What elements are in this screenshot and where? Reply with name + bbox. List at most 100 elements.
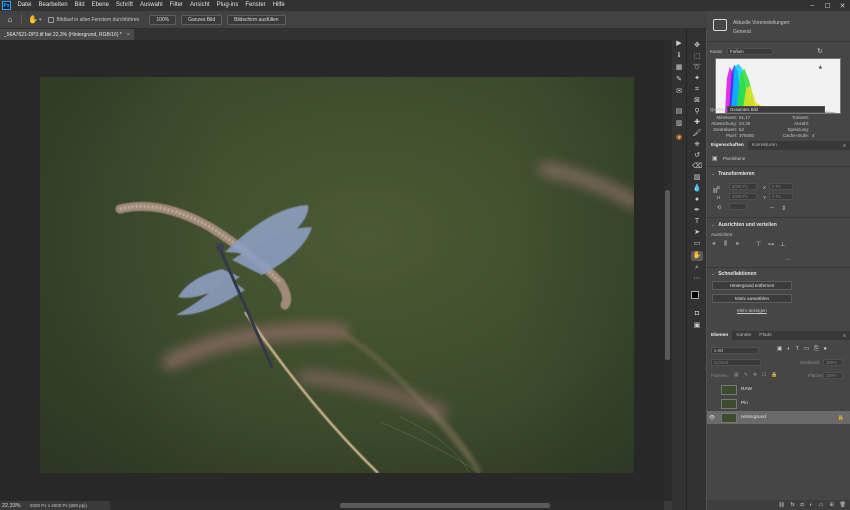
document-tab[interactable]: _56A7621-DP3.tif bei 22,3% (Hintergrund,… [0,29,134,40]
align-top-icon[interactable]: ⊤ [756,241,761,248]
eyedropper-tool-icon[interactable]: ⚲ [691,107,703,117]
blur-tool-icon[interactable]: 💧 [691,184,703,194]
lock-all-icon[interactable]: 🔒 [771,372,777,378]
lock-artboard-icon[interactable]: ⊡ [762,372,766,378]
menu-bearbeiten[interactable]: Bearbeiten [35,0,71,11]
link-dimensions-icon[interactable]: ⛓ [712,188,718,194]
layer-row-raw[interactable]: RAW [707,383,850,396]
filter-smart-object-icon[interactable]: ⎘ [814,346,818,353]
align-right-icon[interactable]: ⫸ [736,241,739,248]
pen-tool-icon[interactable]: ✒ [691,206,703,216]
tool-preset-chevron-icon[interactable]: ▾ [39,17,42,23]
menu-filter[interactable]: Filter [166,0,186,11]
healing-brush-icon[interactable]: ✚ [691,118,703,128]
fit-screen-button[interactable]: Ganzes Bild [181,14,223,25]
opacity-field[interactable]: 100% [823,359,843,366]
layer-filter-select[interactable]: ⌕ Art [711,347,759,354]
menu-fenster[interactable]: Fenster [242,0,269,11]
x-field[interactable]: 0 Px [769,183,793,190]
mask-icon[interactable]: ◘ [801,502,804,508]
y-field[interactable]: 0 Px [769,193,793,200]
source-select[interactable]: Gesamtes Bild [727,106,825,113]
adjustment-icon[interactable]: ◐ [810,502,813,508]
horizontal-scroll-thumb[interactable] [340,503,550,508]
align-left-icon[interactable]: ⫷ [712,241,715,248]
filter-pixel-icon[interactable]: ▣ [777,346,782,353]
hand-tool-icon[interactable]: ✋ [691,251,703,261]
filter-toggle-icon[interactable]: ● [824,346,827,353]
maximize-icon[interactable]: ☐ [820,0,835,11]
status-menu-arrow-icon[interactable]: › [70,503,72,509]
more-align-icon[interactable]: ⋯ [785,256,791,263]
color-wheel-icon[interactable]: ◉ [673,133,685,143]
zoom-tool-icon[interactable]: ⌕ [691,263,703,273]
lasso-tool-icon[interactable]: ➰ [691,63,703,73]
brush-settings-icon[interactable]: ✎ [673,75,685,85]
filter-adjustment-icon[interactable]: ◐ [787,346,790,353]
dodge-tool-icon[interactable]: ● [691,195,703,205]
menu-datei[interactable]: Datei [14,0,35,11]
vertical-scroll-thumb[interactable] [665,190,670,360]
more-tools-icon[interactable]: ⋯ [691,274,703,284]
play-icon[interactable]: ▶ [673,39,685,49]
channel-select[interactable]: Farben [727,48,773,55]
marquee-tool-icon[interactable]: ⬚ [691,52,703,62]
properties-icon[interactable]: ▤ [673,107,685,117]
fill-field[interactable]: 100% [823,372,843,379]
select-subject-button[interactable]: Motiv auswählen [712,294,792,303]
vertical-scrollbar[interactable] [664,40,672,501]
foreground-color-swatch[interactable] [691,291,699,299]
tab-adjustments[interactable]: Korrekturen [748,141,781,150]
canvas-area[interactable] [0,40,664,501]
crop-tool-icon[interactable]: ⌗ [691,85,703,95]
zoom-level-field[interactable]: 22,33% [0,503,24,509]
trash-icon[interactable]: 🗑 [840,502,846,508]
new-layer-icon[interactable]: ⊞ [829,502,833,508]
panel-menu-icon[interactable]: ≡ [843,333,846,339]
quick-actions-section-title[interactable]: ⌄ Schnellaktionen [711,271,757,277]
tab-paths[interactable]: Pfade [755,331,776,340]
close-tab-icon[interactable]: × [127,32,130,38]
dragonfly-photo[interactable] [40,77,634,473]
link-icon[interactable]: ⛓ [778,502,784,508]
eraser-tool-icon[interactable]: ⌫ [691,162,703,172]
align-center-v-icon[interactable]: ⊶ [768,241,774,248]
eye-icon[interactable]: 👁 [707,415,717,421]
angle-field[interactable] [729,203,747,210]
quick-select-tool-icon[interactable]: ✦ [691,74,703,84]
panel-menu-icon[interactable]: ≡ [843,143,846,149]
frame-tool-icon[interactable]: ⊠ [691,96,703,106]
show-more-link[interactable]: Mehr anzeigen [737,308,767,313]
tab-channels[interactable]: Kanäle [732,331,755,340]
align-center-h-icon[interactable]: ⫼ [724,241,727,248]
menu-bild[interactable]: Bild [71,0,88,11]
rectangle-tool-icon[interactable]: ▭ [691,239,703,249]
brush-tool-icon[interactable]: 🖌 [691,129,703,139]
width-field[interactable]: 6000 Px [729,183,757,190]
gradient-tool-icon[interactable]: ▨ [691,173,703,183]
scroll-all-windows-checkbox[interactable] [47,16,54,23]
minimize-icon[interactable]: – [805,0,820,11]
horizontal-scrollbar[interactable] [110,501,664,510]
remove-background-button[interactable]: Hintergrund entfernen [712,281,792,290]
screen-mode-icon[interactable]: ▣ [691,321,703,331]
comments-icon[interactable]: ✉ [673,87,685,97]
refresh-icon[interactable]: ↻ [817,47,823,55]
tab-properties[interactable]: Eigenschaften [707,141,748,150]
lock-pixels-icon[interactable]: ✎ [744,372,748,378]
flip-vertical-icon[interactable]: ⇕ [781,205,786,212]
rotate-icon[interactable]: ⟲ [717,205,721,211]
menu-plugins[interactable]: Plug-ins [213,0,242,11]
close-window-icon[interactable]: ✕ [835,0,850,11]
filter-shape-icon[interactable]: ▭ [804,346,809,353]
type-tool-icon[interactable]: T [691,217,703,227]
lock-position-icon[interactable]: ✥ [753,372,757,378]
align-bottom-icon[interactable]: ⊥ [780,241,785,248]
tab-layers[interactable]: Ebenen [707,331,733,340]
fx-icon[interactable]: fx [791,502,795,508]
filter-type-icon[interactable]: T [796,346,799,353]
layer-row-pin[interactable]: Pin [707,397,850,410]
height-field[interactable]: 4000 Px [729,193,757,200]
transform-section-title[interactable]: ⌄ Transformieren [711,171,755,177]
menu-ebene[interactable]: Ebene [88,0,112,11]
